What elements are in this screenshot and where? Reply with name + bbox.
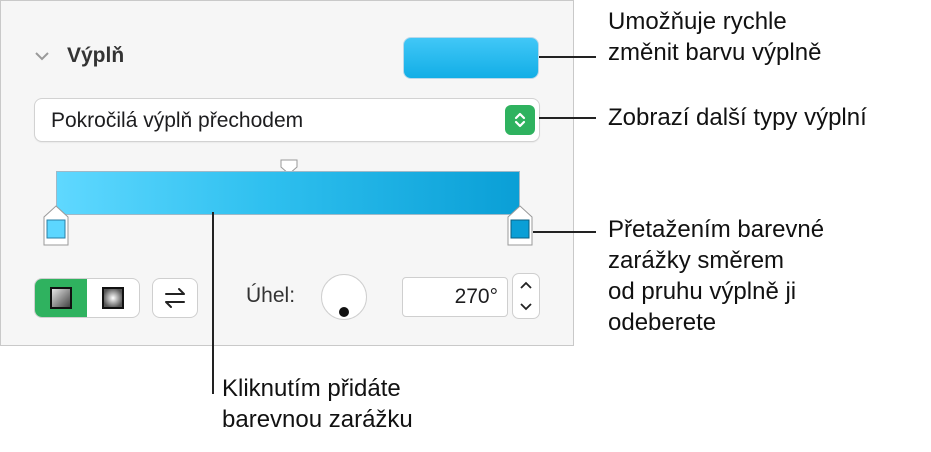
color-stop-right[interactable]: [506, 205, 534, 247]
fill-type-select[interactable]: Pokročilá výplň přechodem: [34, 98, 540, 142]
chevron-down-icon[interactable]: [35, 49, 49, 63]
fill-section-header[interactable]: Výplň: [35, 39, 124, 73]
leader-line-color-well: [539, 56, 596, 58]
angle-stepper: [512, 273, 540, 319]
fill-type-value: Pokročilá výplň přechodem: [51, 109, 304, 132]
angle-increment-button[interactable]: [513, 274, 539, 296]
swap-colors-button[interactable]: [152, 278, 198, 318]
radial-icon: [102, 287, 124, 309]
angle-input[interactable]: 270°: [402, 277, 508, 317]
fill-color-well[interactable]: [403, 37, 539, 79]
callout-color-stop: Přetažením barevné zarážky směrem od pru…: [608, 216, 825, 336]
leader-line-add-stop: [212, 212, 214, 394]
angle-dial[interactable]: [321, 274, 367, 320]
callout-add-stop: Kliknutím přidáte barevnou zarážku: [222, 375, 413, 433]
angle-decrement-button[interactable]: [513, 296, 539, 318]
callout-color-well: Umožňuje rychle změnit barvu výplně: [608, 8, 822, 66]
leader-line-color-stop: [533, 231, 596, 233]
fill-inspector-panel: Výplň Pokročilá výplň přechodem Úhel: 27…: [0, 0, 574, 346]
linear-icon: [50, 287, 72, 309]
angle-dial-indicator: [339, 307, 349, 317]
angle-label: Úhel:: [246, 284, 296, 307]
select-stepper-icon[interactable]: [505, 105, 535, 135]
section-title: Výplň: [67, 44, 125, 67]
callout-fill-types: Zobrazí další typy výplní: [608, 104, 867, 131]
color-stop-left[interactable]: [42, 205, 70, 247]
gradient-bar[interactable]: [56, 171, 520, 215]
gradient-type-control: [34, 278, 140, 318]
linear-gradient-button[interactable]: [35, 279, 87, 317]
swap-arrows-icon: [165, 288, 185, 308]
radial-gradient-button[interactable]: [87, 279, 139, 317]
chevron-down-icon: [520, 303, 532, 311]
leader-line-fill-types: [539, 117, 596, 119]
chevron-up-icon: [520, 281, 532, 289]
